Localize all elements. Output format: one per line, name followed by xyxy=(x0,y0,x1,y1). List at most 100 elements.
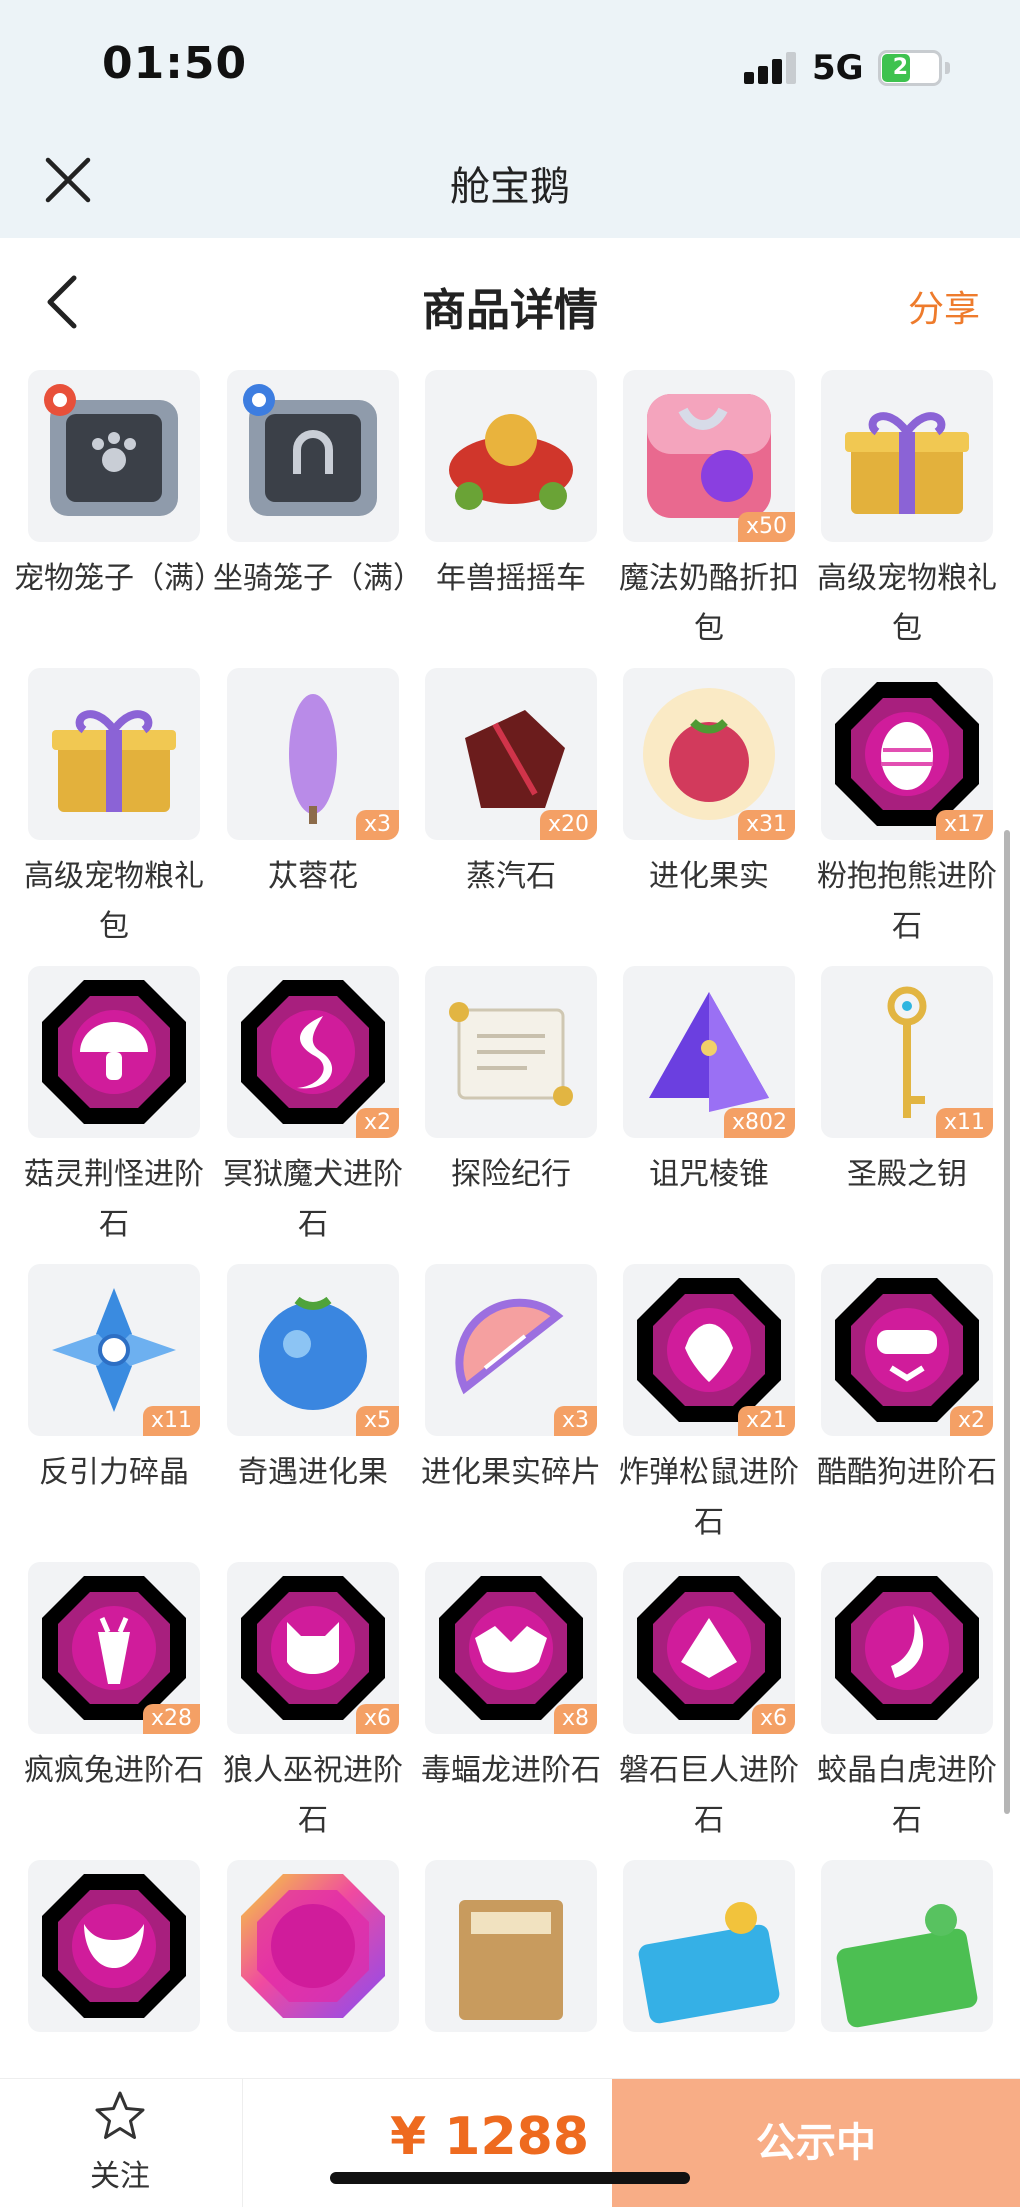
follow-label: 关注 xyxy=(90,2159,150,2194)
item-name: 粉抱抱熊进阶石 xyxy=(817,859,997,944)
item-image xyxy=(28,370,200,542)
ticket-icon xyxy=(638,1902,780,2024)
quantity-badge: x3 xyxy=(355,810,399,840)
green-ticket-icon xyxy=(836,1904,978,2028)
item-name: 蒸汽石 xyxy=(466,859,556,894)
item-image: x11 xyxy=(28,1264,200,1436)
item-name: 奇遇进化果 xyxy=(238,1455,388,1490)
item-name: 苁蓉花 xyxy=(268,859,358,894)
item-image: x802 xyxy=(623,966,795,1138)
item-image: " x1="0" y1="0" x2="1" y2="1">)"/>x2 xyxy=(227,966,399,1138)
item-image: " x1="0" y1="0" x2="1" y2="1">)"/>x17 xyxy=(821,668,993,840)
price: ¥ 1288 xyxy=(390,2107,590,2167)
quantity-badge: x20 xyxy=(539,810,597,840)
network-type: 5G xyxy=(812,48,864,88)
quantity-badge: x3 xyxy=(553,1406,597,1436)
quantity-badge: x11 xyxy=(142,1406,200,1436)
app-title: 舱宝鹅 xyxy=(450,164,570,210)
item-image: x50 xyxy=(623,370,795,542)
item-name: 宠物笼子（满） xyxy=(14,561,224,596)
item-name: 探险纪行 xyxy=(451,1157,571,1192)
wanted-poster-icon xyxy=(459,1900,563,2020)
item-name: 蛟晶白虎进阶石 xyxy=(817,1753,997,1838)
item-image xyxy=(821,1860,993,2032)
gem-bull-icon: " x1="0" y1="0" x2="1" y2="1">)"/> xyxy=(42,1874,186,2018)
item-image: " x1="0" y1="0" x2="1" y2="1">)"/>x6 xyxy=(623,1562,795,1734)
gem-claw-icon: " x1="0" y1="0" x2="1" y2="1">)"/> xyxy=(835,1576,979,1720)
quantity-badge: x5 xyxy=(355,1406,399,1436)
item-name: 酷酷狗进阶石 xyxy=(817,1455,997,1490)
cellular-signal-icon xyxy=(744,50,800,84)
quantity-badge: x2 xyxy=(949,1406,993,1436)
item-grid: 鱼竿–年年有渔炉石碎裂的霜寒之心碎裂的霜寒之心木棒宠物笼子（满）坐骑笼子（满）年… xyxy=(0,366,1020,2078)
item-row: " x1="0" y1="0" x2="1" y2="1">)"/> 菇灵荆怪进阶… xyxy=(0,966,1020,1264)
quantity-badge: x50 xyxy=(737,512,795,542)
item-name: 冥狱魔犬进阶石 xyxy=(223,1157,403,1242)
quantity-badge: x802 xyxy=(723,1108,795,1138)
item-name: 圣殿之钥 xyxy=(847,1157,967,1192)
item-name: 年兽摇摇车 xyxy=(436,561,586,596)
quantity-badge: x28 xyxy=(142,1704,200,1734)
item-image: " x1="0" y1="0" x2="1" y2="1">)"/>x2 xyxy=(821,1264,993,1436)
quantity-badge: x31 xyxy=(737,810,795,840)
item-image: " x1="0" y1="0" x2="1" y2="1">)"/>x6 xyxy=(227,1562,399,1734)
item-name: 狼人巫祝进阶石 xyxy=(223,1753,403,1838)
item-image: x20 xyxy=(425,668,597,840)
quantity-badge: x17 xyxy=(935,810,993,840)
item-image: " x1="0" y1="0" x2="1" y2="1">)"/> xyxy=(28,966,200,1138)
item-row: x11 反引力碎晶 x5 奇遇进化果 x3 进化果实碎片 " x1="0" y1="0" x… xyxy=(0,1264,1020,1562)
quantity-badge: x11 xyxy=(935,1108,993,1138)
item-name: 磐石巨人进阶石 xyxy=(619,1753,799,1838)
item-name: 进化果实 xyxy=(649,859,769,894)
item-image: " x1="0" y1="0" x2="1" y2="1">)"/>x8 xyxy=(425,1562,597,1734)
gift-box-icon xyxy=(845,412,969,514)
item-row: " x1="0" y1="0" x2="1" y2="1">)"/> xyxy=(0,1860,1020,2078)
page-title: 商品详情 xyxy=(422,285,598,336)
item-name: 毒蝠龙进阶石 xyxy=(421,1753,601,1788)
item-image: " x1="0" y1="0" x2="1" y2="1">)"/>x21 xyxy=(623,1264,795,1436)
quantity-badge: x21 xyxy=(737,1406,795,1436)
item-name: 坐骑笼子（满） xyxy=(213,561,423,596)
item-name: 菇灵荆怪进阶石 xyxy=(24,1157,204,1242)
item-image xyxy=(821,370,993,542)
item-name: 进化果实碎片 xyxy=(421,1455,601,1490)
status-time: 01:50 xyxy=(102,38,248,89)
scroll-icon xyxy=(449,1002,573,1106)
item-image xyxy=(425,1860,597,2032)
mount-cage-icon xyxy=(243,384,377,516)
item-name: 疯疯兔进阶石 xyxy=(24,1753,204,1788)
item-name: 反引力碎晶 xyxy=(39,1455,189,1490)
item-name: 魔法奶酪折扣包 xyxy=(619,561,799,646)
item-name: 高级宠物粮礼包 xyxy=(24,859,204,944)
scrollbar[interactable] xyxy=(1004,830,1010,1814)
divider xyxy=(242,2079,243,2207)
quantity-badge: x8 xyxy=(553,1704,597,1734)
bottom-action-bar: 关注 ¥ 1288 公示中 xyxy=(0,2078,1020,2207)
item-image: x11 xyxy=(821,966,993,1138)
follow-button[interactable]: 关注 xyxy=(70,2089,170,2195)
item-image: x31 xyxy=(623,668,795,840)
pet-cage-icon xyxy=(44,384,178,516)
item-image: x5 xyxy=(227,1264,399,1436)
item-image xyxy=(227,370,399,542)
status-bar: 01:50 5G 21 xyxy=(0,0,1020,132)
nian-beast-car-icon xyxy=(449,414,573,510)
gem-icon xyxy=(241,1874,385,2018)
gift-box-icon xyxy=(52,710,176,812)
item-image: " x1="0" y1="0" x2="1" y2="1">)"/> xyxy=(28,1860,200,2032)
item-row: " x1="0" y1="0" x2="1" y2="1">)"/> x28 疯疯兔… xyxy=(0,1562,1020,1860)
item-name: 炸弹松鼠进阶石 xyxy=(619,1455,799,1540)
battery-icon: 21 xyxy=(878,50,942,86)
item-name: 高级宠物粮礼包 xyxy=(817,561,997,646)
status-button[interactable]: 公示中 xyxy=(612,2079,1020,2207)
star-icon xyxy=(95,2091,145,2139)
item-image xyxy=(425,966,597,1138)
item-name: 诅咒棱锥 xyxy=(649,1157,769,1192)
battery-level: 21 xyxy=(892,55,924,80)
item-image: x3 xyxy=(227,668,399,840)
item-image: x3 xyxy=(425,1264,597,1436)
item-row: 宠物笼子（满） 坐骑笼子（满） 年兽摇摇车 x50 魔法奶酪折扣包 高级宠物粮礼包 xyxy=(0,370,1020,668)
share-button[interactable]: 分享 xyxy=(908,280,980,332)
home-indicator xyxy=(330,2172,690,2184)
item-image xyxy=(623,1860,795,2032)
